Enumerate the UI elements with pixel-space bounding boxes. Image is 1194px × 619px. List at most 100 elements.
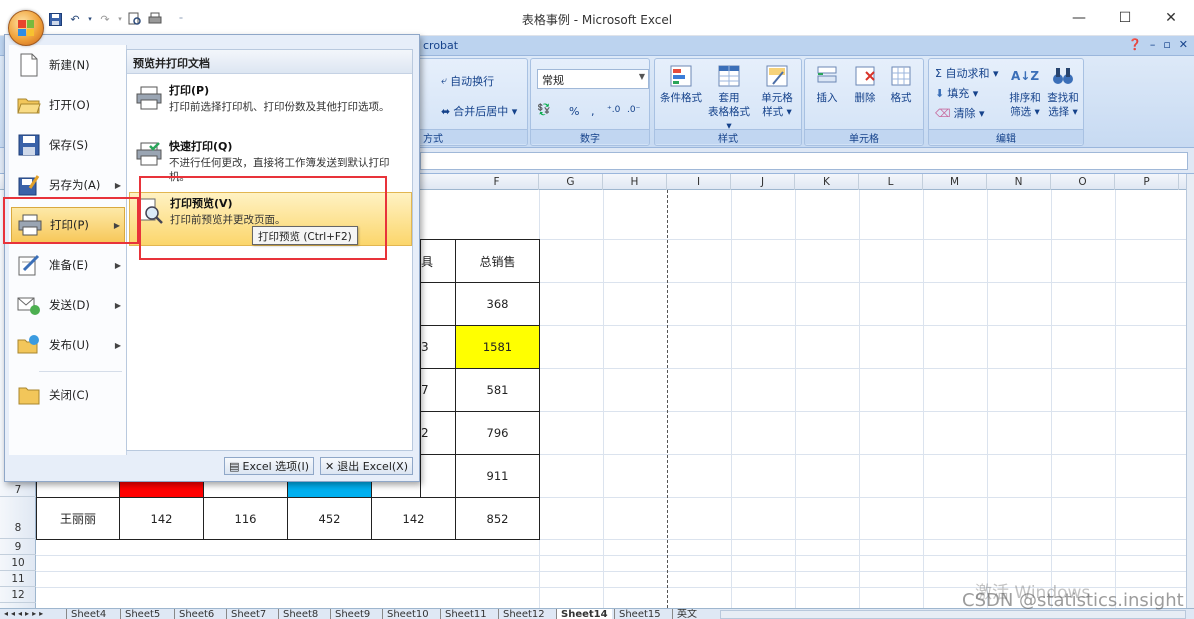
partial-cell[interactable]: 7 — [420, 368, 456, 412]
sheet-tab-active[interactable]: Sheet14 — [556, 609, 612, 619]
close-button[interactable]: ✕ — [1148, 0, 1194, 36]
percent-button[interactable]: % — [569, 105, 579, 118]
conditional-format-button[interactable]: 条件格式 — [657, 63, 705, 105]
minimize-button[interactable]: — — [1056, 0, 1102, 36]
maximize-button[interactable]: ☐ — [1102, 0, 1148, 36]
menu-item-publish[interactable]: 发布(U) ▶ — [11, 327, 125, 363]
column-header-J[interactable]: J — [731, 174, 795, 190]
sheet-tab[interactable]: Sheet5 — [120, 609, 164, 619]
total-cell[interactable]: 581 — [455, 368, 540, 412]
sheet-tab[interactable]: Sheet11 — [440, 609, 491, 619]
row8-value-cell[interactable]: 142 — [371, 497, 456, 540]
ribbon-minimize-icon[interactable]: – — [1150, 38, 1156, 51]
row-header-11[interactable]: 11 — [0, 571, 36, 587]
row-header-8[interactable]: 8 — [0, 497, 36, 539]
column-header-H[interactable]: H — [603, 174, 667, 190]
partial-cell[interactable]: 3 — [420, 325, 456, 369]
tab-acrobat[interactable]: crobat — [423, 39, 458, 52]
comma-button[interactable]: , — [591, 105, 595, 118]
decrease-decimal-button[interactable]: .0⁻ — [627, 105, 640, 115]
partial-cell[interactable]: 2 — [420, 411, 456, 455]
find-select-label-2: 选择 ▾ — [1048, 106, 1078, 118]
row8-value-cell[interactable]: 116 — [203, 497, 288, 540]
menu-item-prepare[interactable]: 准备(E) ▶ — [11, 247, 125, 283]
insert-cells-icon — [814, 63, 840, 89]
options-icon: ▤ — [229, 459, 240, 473]
sheet-tab[interactable]: Sheet7 — [226, 609, 270, 619]
total-cell[interactable]: 368 — [455, 282, 540, 326]
vertical-scrollbar[interactable] — [1186, 174, 1194, 608]
menu-item-label: 另存为(A) — [49, 178, 101, 192]
format-as-table-button[interactable]: 套用 表格格式 ▾ — [705, 63, 753, 133]
column-header-N[interactable]: N — [987, 174, 1051, 190]
total-cell[interactable]: 796 — [455, 411, 540, 455]
excel-options-button[interactable]: ▤ Excel 选项(I) — [224, 457, 315, 475]
header-total-cell[interactable]: 总销售 — [455, 239, 540, 283]
column-header-P[interactable]: P — [1115, 174, 1179, 190]
horizontal-scrollbar[interactable] — [720, 610, 1186, 619]
menu-item-new[interactable]: 新建(N) — [11, 47, 125, 83]
fill-button[interactable]: ⬇ 填充 ▾ — [935, 85, 978, 101]
row-header-10[interactable]: 10 — [0, 555, 36, 571]
row7-cyan-cell[interactable] — [287, 480, 372, 498]
row8-name-cell[interactable]: 王丽丽 — [36, 497, 120, 540]
row-header-9[interactable]: 9 — [0, 539, 36, 555]
row7-cell[interactable] — [203, 480, 288, 498]
sheet-tab[interactable]: 英文 — [672, 609, 701, 619]
menu-item-save[interactable]: 保存(S) — [11, 127, 125, 163]
help-icon[interactable]: ❓ — [1128, 38, 1142, 51]
sheet-tab[interactable]: Sheet6 — [174, 609, 218, 619]
column-header-I[interactable]: I — [667, 174, 731, 190]
clear-button[interactable]: ⌫ 清除 ▾ — [935, 105, 985, 121]
exit-excel-button[interactable]: ✕ 退出 Excel(X) — [320, 457, 413, 475]
increase-decimal-button[interactable]: ⁺.0 — [607, 105, 620, 115]
format-button[interactable]: 格式 — [877, 63, 925, 105]
sheet-tab[interactable]: Sheet4 — [66, 609, 110, 619]
office-button[interactable] — [8, 10, 44, 46]
cell-styles-button[interactable]: 单元格 样式 ▾ — [753, 63, 801, 119]
sheet-tab[interactable]: Sheet15 — [614, 609, 665, 619]
column-header-F[interactable]: F — [455, 174, 539, 190]
row7-red-cell[interactable] — [119, 480, 204, 498]
row8-value-cell[interactable]: 142 — [119, 497, 204, 540]
merge-center-button[interactable]: ⬌ 合并后居中 ▾ — [441, 103, 517, 119]
total-cell-highlighted[interactable]: 1581 — [455, 325, 540, 369]
row8-value-cell[interactable]: 452 — [287, 497, 372, 540]
formula-input[interactable] — [420, 152, 1188, 170]
column-header-M[interactable]: M — [923, 174, 987, 190]
menu-item-label: 发布(U) — [49, 338, 90, 352]
partial-cell[interactable]: 具 — [420, 239, 456, 283]
total-cell[interactable]: 911 — [455, 454, 540, 498]
column-header-L[interactable]: L — [859, 174, 923, 190]
sheet-nav-arrows-icon[interactable]: ◂◂◂▸▸▸ — [4, 609, 46, 618]
sheet-tab[interactable]: Sheet10 — [382, 609, 433, 619]
wrap-text-button[interactable]: ⤶ 自动换行 — [441, 73, 494, 89]
cell-styles-label-1: 单元格 — [761, 92, 793, 104]
column-header-G[interactable]: G — [539, 174, 603, 190]
column-header-K[interactable]: K — [795, 174, 859, 190]
autosum-button[interactable]: Σ 自动求和 ▾ — [935, 65, 998, 81]
prepare-icon — [15, 251, 43, 279]
sheet-tab[interactable]: Sheet9 — [330, 609, 374, 619]
ribbon-restore-icon[interactable]: ▫ — [1163, 38, 1170, 51]
sheet-tab[interactable]: Sheet12 — [498, 609, 549, 619]
find-select-label-1: 查找和 — [1047, 92, 1079, 104]
save-as-icon — [15, 171, 43, 199]
partial-cell[interactable] — [420, 454, 456, 498]
column-header-O[interactable]: O — [1051, 174, 1115, 190]
total-cell[interactable]: 852 — [455, 497, 540, 540]
row-header-7[interactable]: 7 — [0, 483, 36, 497]
menu-item-close[interactable]: 关闭(C) — [11, 377, 125, 413]
submenu-item-print[interactable]: 打印(P) 打印前选择打印机、打印份数及其他打印选项。 — [129, 80, 412, 128]
currency-button[interactable]: 💱 — [537, 103, 551, 116]
number-group: 常规 ▼ 💱 % , ⁺.0 .0⁻ 数字 — [530, 58, 650, 146]
partial-cell[interactable] — [420, 282, 456, 326]
ribbon-close-icon[interactable]: ✕ — [1179, 38, 1188, 51]
row-header-12[interactable]: 12 — [0, 587, 36, 603]
menu-item-send[interactable]: 发送(D) ▶ — [11, 287, 125, 323]
menu-item-open[interactable]: 打开(O) — [11, 87, 125, 123]
number-format-combo[interactable]: 常规 ▼ — [537, 69, 649, 89]
sheet-tab[interactable]: Sheet8 — [278, 609, 322, 619]
find-select-button[interactable]: 查找和 选择 ▾ — [1039, 63, 1087, 119]
alignment-group-label: 方式 — [417, 129, 527, 145]
